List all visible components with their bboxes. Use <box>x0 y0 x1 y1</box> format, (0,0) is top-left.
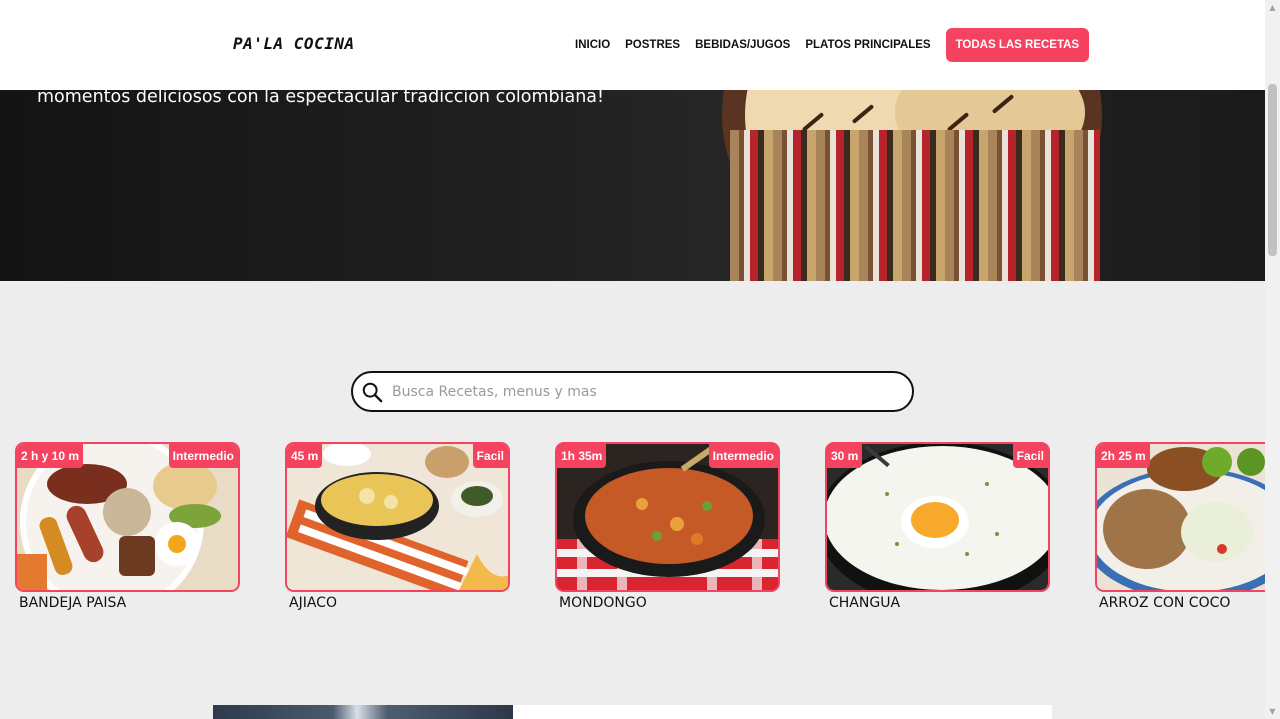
recipe-level-badge: Intermedio <box>168 444 238 468</box>
nav-item-platos-principales[interactable]: PLATOS PRINCIPALES <box>805 39 930 51</box>
recipe-title[interactable]: MONDONGO <box>555 595 780 611</box>
recipe-search-bar[interactable] <box>351 371 914 412</box>
recipe-card-arroz-con-coco[interactable]: 2h 25 m ARROZ CON COCO <box>1095 442 1265 611</box>
recipe-image[interactable]: 2 h y 10 m Intermedio <box>15 442 240 592</box>
recipe-time-badge: 1h 35m <box>557 444 607 468</box>
recipe-card-bandeja-paisa[interactable]: 2 h y 10 m Intermedio BANDEJA PAISA <box>15 442 240 611</box>
recipe-card-changua[interactable]: 30 m Facil CHANGUA <box>825 442 1050 611</box>
recipe-title[interactable]: CHANGUA <box>825 595 1050 611</box>
main-nav: INICIO POSTRES BEBIDAS/JUGOS PLATOS PRIN… <box>575 28 1090 62</box>
recipe-image[interactable]: 45 m Facil <box>285 442 510 592</box>
recipe-image[interactable]: 2h 25 m <box>1095 442 1265 592</box>
recipe-image[interactable]: 30 m Facil <box>825 442 1050 592</box>
brand-logo[interactable]: PA'LA COCINA <box>233 34 355 53</box>
recipe-time-badge: 2 h y 10 m <box>17 444 84 468</box>
site-header: PA'LA COCINA INICIO POSTRES BEBIDAS/JUGO… <box>0 0 1265 90</box>
recipe-time-badge: 45 m <box>287 444 323 468</box>
recipe-time-badge: 2h 25 m <box>1097 444 1150 468</box>
scroll-down-arrow-icon[interactable]: ▼ <box>1265 704 1280 719</box>
recipe-card-mondongo[interactable]: 1h 35m Intermedio MONDONGO <box>555 442 780 611</box>
recipe-level-badge: Facil <box>1012 444 1048 468</box>
next-section-image <box>213 705 513 719</box>
recipe-image[interactable]: 1h 35m Intermedio <box>555 442 780 592</box>
recipe-level-badge: Facil <box>472 444 508 468</box>
recipe-level-badge: Intermedio <box>708 444 778 468</box>
page-scrollbar[interactable]: ▲ ▼ <box>1265 0 1280 719</box>
recipe-title[interactable]: BANDEJA PAISA <box>15 595 240 611</box>
all-recipes-button[interactable]: TODAS LAS RECETAS <box>945 28 1090 62</box>
recipe-title[interactable]: AJIACO <box>285 595 510 611</box>
hero-tablecloth <box>730 130 1100 281</box>
next-section-preview <box>213 705 1052 719</box>
recipe-title[interactable]: ARROZ CON COCO <box>1095 595 1265 611</box>
recipe-carousel: 2 h y 10 m Intermedio BANDEJA PAISA 45 m… <box>15 442 1265 622</box>
hero-tagline: momentos deliciosos con la espectacular … <box>37 90 605 107</box>
search-icon[interactable] <box>361 381 383 403</box>
nav-item-bebidas-jugos[interactable]: BEBIDAS/JUGOS <box>695 39 790 51</box>
nav-item-postres[interactable]: POSTRES <box>625 39 680 51</box>
recipe-time-badge: 30 m <box>827 444 863 468</box>
scroll-up-arrow-icon[interactable]: ▲ <box>1265 0 1280 15</box>
nav-item-inicio[interactable]: INICIO <box>575 39 610 51</box>
scroll-thumb[interactable] <box>1268 84 1277 256</box>
recipe-card-ajiaco[interactable]: 45 m Facil AJIACO <box>285 442 510 611</box>
hero-banner: momentos deliciosos con la espectacular … <box>0 90 1265 281</box>
search-input[interactable] <box>392 383 872 400</box>
